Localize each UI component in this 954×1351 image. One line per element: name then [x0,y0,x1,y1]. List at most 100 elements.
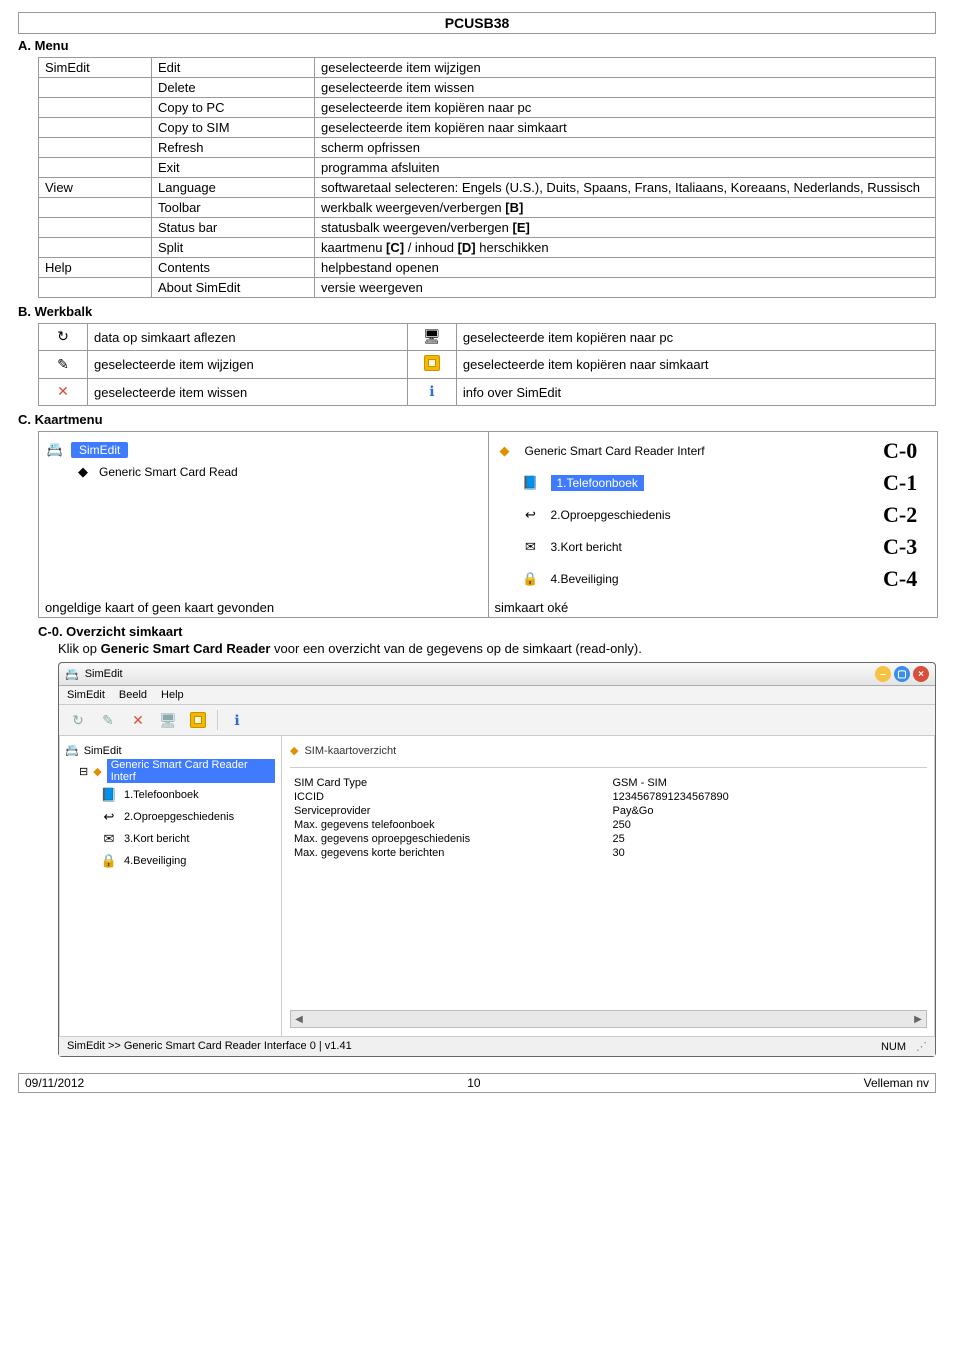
section-c0-title: C-0. Overzicht simkaart [18,624,936,639]
menu-item: Contents [152,258,315,278]
menu-item: About SimEdit [152,278,315,298]
menu-group: View [39,178,152,198]
tb-info-icon[interactable]: ℹ [226,709,248,731]
menu-group [39,98,152,118]
section-b-title: B. Werkbalk [18,304,936,319]
tree-item-label[interactable]: 2.Oproepgeschiedenis [551,508,874,522]
tb-pc-icon[interactable]: 🖥 [157,709,179,731]
tree-item-icon: 📘 [99,785,119,805]
tree-item-icon: ↩ [99,807,119,827]
menu-desc: geselecteerde item kopiëren naar simkaar… [315,118,936,138]
panel-icon: ◆ [290,744,298,757]
scroll-left-icon[interactable]: ◀ [291,1014,307,1025]
tree-item-icon: ✉ [99,829,119,849]
menu-table: SimEditEditgeselecteerde item wijzigenDe… [38,57,936,298]
reader-icon: ◆ [73,462,93,482]
window-minimize-button[interactable]: – [875,666,891,682]
tree-item-label[interactable]: 1.Telefoonboek [551,476,874,490]
menu-group [39,138,152,158]
menu-group: Help [39,258,152,278]
menu-desc: versie weergeven [315,278,936,298]
app-menubar[interactable]: SimEdit Beeld Help [59,686,935,705]
tree-item[interactable]: 📘1.Telefoonboek [99,785,275,805]
window-maximize-button[interactable]: ▢ [894,666,910,682]
window-title: SimEdit [85,668,123,680]
toolbar-desc: geselecteerde item kopiëren naar simkaar… [456,351,935,379]
section-a-title: A. Menu [18,38,936,53]
toolbar-desc: geselecteerde item wissen [88,379,408,406]
menu-group [39,218,152,238]
prop-label: Max. gegevens telefoonboek [290,818,609,832]
tb-edit-icon[interactable]: ✎ [97,709,119,731]
prop-value: GSM - SIM [609,776,928,790]
menu-group: SimEdit [39,58,152,78]
tb-delete-icon[interactable]: ✕ [127,709,149,731]
c-label: C-3 [883,534,931,560]
tree-item[interactable]: ↩ 2.Oproepgeschiedenis [99,807,275,827]
tb-refresh-icon[interactable]: ↻ [67,709,89,731]
menu-item: Copy to PC [152,98,315,118]
menu-item: Delete [152,78,315,98]
prop-label: SIM Card Type [290,776,609,790]
section-c0-desc: Klik op Generic Smart Card Reader voor e… [18,641,936,656]
prop-label: ICCID [290,790,609,804]
app-tree-root[interactable]: SimEdit [84,745,122,757]
sim-icon[interactable] [407,351,456,379]
scroll-right-icon[interactable]: ▶ [910,1014,926,1025]
menu-desc: geselecteerde item wijzigen [315,58,936,78]
menu-help[interactable]: Help [161,689,184,701]
tree-item[interactable]: 🔒 4.Beveiliging [99,851,275,871]
tree-item-icon: 🔒 [99,851,119,871]
app-tree-selected[interactable]: Generic Smart Card Reader Interf [107,759,275,783]
menu-desc: programma afsluiten [315,158,936,178]
tree-item[interactable]: ✉3.Kort bericht [99,829,275,849]
prop-value: 1234567891234567890 [609,790,928,804]
menu-group [39,198,152,218]
horizontal-scrollbar[interactable]: ◀ ▶ [290,1010,927,1028]
window-close-button[interactable]: × [913,666,929,682]
tree-item-label: 4.Beveiliging [124,855,186,867]
edit-icon[interactable]: ✎ [39,351,88,379]
status-left: SimEdit >> Generic Smart Card Reader Int… [67,1040,352,1053]
window-titlebar: 📇 SimEdit – ▢ × [59,663,935,686]
tree-item-label: 2.Oproepgeschiedenis [124,811,234,823]
info-icon[interactable]: ℹ [407,379,456,406]
menu-simedit[interactable]: SimEdit [67,689,105,701]
prop-label: Serviceprovider [290,804,609,818]
menu-item: Split [152,238,315,258]
menu-group [39,158,152,178]
footer-date: 09/11/2012 [25,1076,84,1090]
menu-item: Language [152,178,315,198]
menu-beeld[interactable]: Beeld [119,689,147,701]
app-toolbar: ↻ ✎ ✕ 🖥 ℹ [59,705,935,736]
menu-group [39,118,152,138]
generic-reader-label[interactable]: Generic Smart Card Read [99,465,238,479]
prop-value: Pay&Go [609,804,928,818]
delete-icon[interactable]: ✕ [39,379,88,406]
generic-reader-label[interactable]: Generic Smart Card Reader Interf [525,444,874,458]
tree-item-label[interactable]: 4.Beveiliging [551,572,874,586]
menu-group [39,278,152,298]
menu-desc: werkbalk weergeven/verbergen [B] [315,198,936,218]
toolbar-desc: geselecteerde item kopiëren naar pc [456,324,935,351]
menu-group [39,238,152,258]
tree-expand-icon[interactable]: ⊟ [79,765,88,778]
tb-sim-icon[interactable] [187,709,209,731]
footer-page: 10 [467,1076,480,1090]
status-resize-icon[interactable]: ⋰ [916,1040,927,1053]
page-header: PCUSB38 [18,12,936,34]
footer-vendor: Velleman nv [864,1076,929,1090]
tree-item-label[interactable]: 3.Kort bericht [551,540,874,554]
menu-group [39,78,152,98]
refresh-icon[interactable]: ↻ [39,324,88,351]
tree-item-icon: 🔒 [521,569,541,589]
toolbar-desc: geselecteerde item wijzigen [88,351,408,379]
simedit-root-icon: 📇 [45,440,65,460]
panel-title-text: SIM-kaartoverzicht [304,745,396,757]
tree-root-label[interactable]: SimEdit [71,442,128,458]
app-tree[interactable]: 📇SimEdit ⊟◆Generic Smart Card Reader Int… [59,736,282,1036]
menu-item: Copy to SIM [152,118,315,138]
pc-icon[interactable]: 🖥 [407,324,456,351]
app-tree-root-icon: 📇 [65,744,79,757]
menu-desc: helpbestand openen [315,258,936,278]
